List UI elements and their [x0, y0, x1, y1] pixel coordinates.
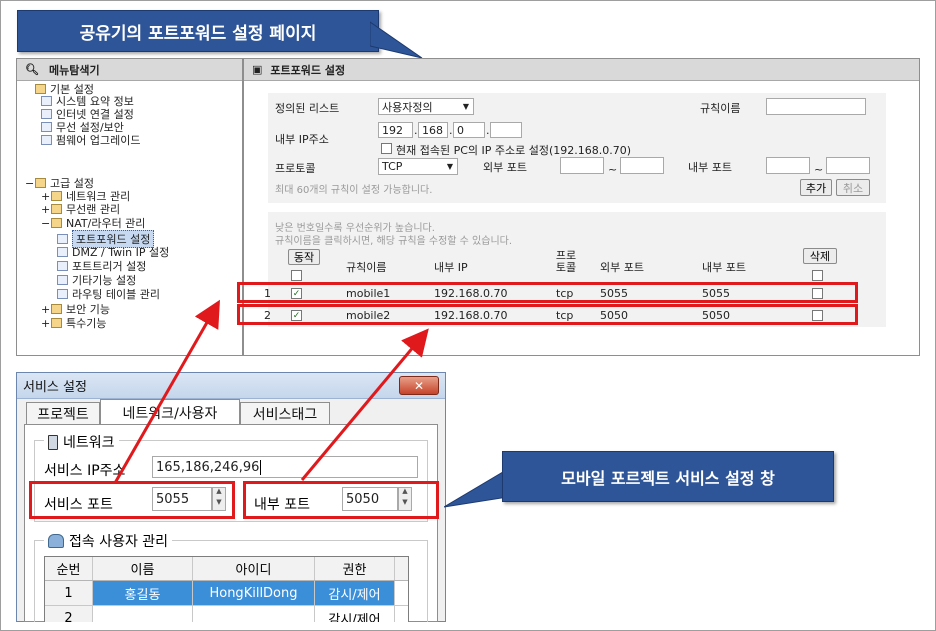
arrow-layer — [113, 299, 429, 484]
arrow-service-port — [113, 299, 220, 484]
arrow-internal-port — [300, 328, 429, 481]
